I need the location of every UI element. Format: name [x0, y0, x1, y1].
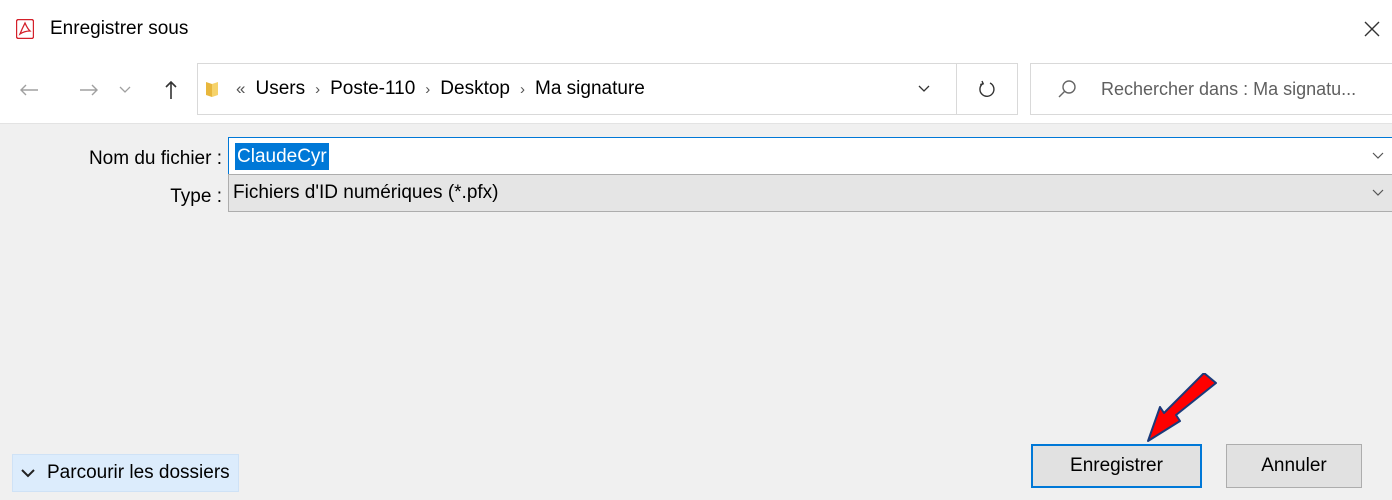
browse-folders-label: Parcourir les dossiers [47, 462, 230, 483]
type-label: Type : [170, 186, 222, 207]
search-box[interactable] [1030, 63, 1392, 115]
pdf-icon [16, 19, 34, 39]
annotation-arrow-icon [1147, 373, 1217, 442]
breadcrumb-item-users[interactable]: Users [255, 78, 305, 100]
chevron-down-icon [1372, 152, 1384, 159]
arrow-left-icon [20, 84, 38, 96]
refresh-button[interactable] [956, 63, 1018, 115]
breadcrumb-separator-icon[interactable]: › [425, 81, 430, 98]
navigation-bar: « Users › Poste-110 › Desktop › Ma signa… [0, 58, 1392, 123]
cancel-button[interactable]: Annuler [1226, 444, 1362, 488]
breadcrumb-item-poste[interactable]: Poste-110 [330, 78, 415, 100]
browse-folders-button[interactable]: Parcourir les dossiers [12, 454, 239, 492]
filename-label: Nom du fichier : [88, 148, 222, 169]
type-value: Fichiers d'ID numériques (*.pfx) [233, 182, 499, 203]
arrow-right-icon [80, 84, 98, 96]
breadcrumb-overflow[interactable]: « [236, 79, 245, 99]
title-bar: Enregistrer sous [0, 0, 1392, 58]
type-dropdown-button[interactable] [1364, 175, 1392, 211]
breadcrumb-item-ma-signature[interactable]: Ma signature [535, 78, 645, 100]
search-icon [1058, 80, 1076, 98]
address-dropdown-button[interactable] [906, 64, 942, 114]
address-bar[interactable]: « Users › Poste-110 › Desktop › Ma signa… [197, 63, 957, 115]
breadcrumb-separator-icon[interactable]: › [315, 81, 320, 98]
search-input[interactable] [1101, 64, 1391, 114]
filename-value[interactable]: ClaudeCyr [235, 143, 329, 170]
filename-dropdown-button[interactable] [1364, 138, 1392, 174]
close-icon [1364, 21, 1380, 37]
chevron-down-icon [21, 469, 35, 478]
close-button[interactable] [1352, 12, 1392, 46]
type-select[interactable]: Fichiers d'ID numériques (*.pfx) [228, 174, 1392, 212]
refresh-icon [979, 80, 995, 97]
arrow-up-icon [165, 80, 177, 99]
forward-button[interactable] [74, 73, 104, 107]
chevron-down-icon [918, 85, 930, 92]
chevron-down-icon [119, 86, 131, 93]
window-title: Enregistrer sous [50, 18, 189, 39]
up-button[interactable] [156, 73, 186, 107]
breadcrumb: « Users › Poste-110 › Desktop › Ma signa… [236, 64, 645, 114]
folder-icon [206, 82, 218, 97]
filename-input[interactable]: ClaudeCyr [228, 137, 1392, 175]
save-button[interactable]: Enregistrer [1031, 444, 1202, 488]
breadcrumb-separator-icon[interactable]: › [520, 81, 525, 98]
breadcrumb-item-desktop[interactable]: Desktop [440, 78, 510, 100]
save-form-panel: Nom du fichier : ClaudeCyr Type : Fichie… [0, 123, 1392, 500]
recent-locations-button[interactable] [114, 73, 136, 107]
chevron-down-icon [1372, 189, 1384, 196]
back-button[interactable] [14, 73, 44, 107]
